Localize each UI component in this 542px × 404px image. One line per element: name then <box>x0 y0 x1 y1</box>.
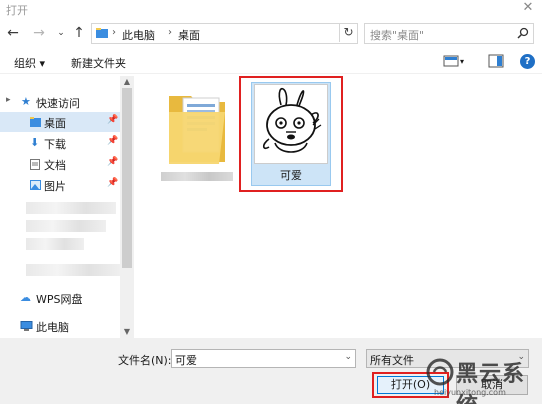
recent-dropdown-icon[interactable]: ⌄ <box>52 24 70 42</box>
command-bar: 组织 ▾ 新建文件夹 ▾ ? <box>0 50 542 74</box>
breadcrumb-separator-icon: › <box>168 27 172 38</box>
window-title: 打开 <box>6 4 28 17</box>
breadcrumb-this-pc[interactable]: 此电脑 <box>122 27 155 43</box>
sidebar-item-label: 此电脑 <box>36 321 69 334</box>
sidebar-item-label: 文档 <box>44 159 66 172</box>
obscured-item <box>26 238 84 250</box>
up-arrow-icon[interactable]: ↑ <box>70 24 88 42</box>
scroll-down-icon[interactable]: ▼ <box>120 326 134 338</box>
desktop-icon <box>30 117 41 127</box>
address-bar[interactable]: › 此电脑 › 桌面 ⌄ <box>91 23 422 44</box>
new-folder-button[interactable]: 新建文件夹 <box>71 55 126 71</box>
forward-arrow-icon[interactable]: → <box>30 24 48 42</box>
file-item-folder[interactable] <box>157 84 237 184</box>
organize-menu[interactable]: 组织 ▾ <box>14 55 45 71</box>
obscured-item <box>26 220 106 232</box>
sidebar-item-pictures[interactable]: 图片 📌 <box>0 175 120 195</box>
filename-input[interactable]: 可爱 ⌄ <box>171 349 356 368</box>
folder-icon <box>169 96 225 164</box>
picture-icon <box>30 180 41 190</box>
chevron-down-icon[interactable]: ⌄ <box>344 352 352 362</box>
pin-icon: 📌 <box>107 178 119 188</box>
back-arrow-icon[interactable]: ← <box>4 24 22 42</box>
desktop-folder-icon <box>96 28 108 38</box>
title-bar: 打开 ✕ <box>0 0 542 18</box>
search-icon[interactable] <box>517 27 529 39</box>
pin-icon: 📌 <box>107 136 119 146</box>
sidebar-item-desktop[interactable]: 桌面 📌 <box>0 112 120 132</box>
sidebar-item-label: 桌面 <box>44 117 66 130</box>
filetype-value: 所有文件 <box>370 354 414 367</box>
scrollbar-thumb[interactable] <box>122 88 132 268</box>
chevron-down-icon[interactable]: ⌄ <box>517 352 525 362</box>
pin-icon: 📌 <box>107 115 119 125</box>
document-icon <box>30 159 40 170</box>
download-icon: ⬇ <box>30 136 40 149</box>
filetype-select[interactable]: 所有文件 ⌄ <box>366 349 529 368</box>
open-button[interactable]: 打开(O) <box>377 376 444 394</box>
expand-chevron-icon[interactable]: ▸ <box>6 95 11 105</box>
computer-icon <box>20 321 33 331</box>
help-icon[interactable]: ? <box>520 54 535 69</box>
file-item-selected[interactable]: 可爱 <box>239 76 343 192</box>
sidebar-item-this-pc[interactable]: 此电脑 <box>0 316 120 336</box>
close-icon[interactable]: ✕ <box>520 0 536 16</box>
breadcrumb-desktop[interactable]: 桌面 <box>178 27 200 43</box>
bottom-panel: 文件名(N): 可爱 ⌄ 所有文件 ⌄ 打开(O) 取消 <box>0 338 542 404</box>
sidebar-item-label: WPS网盘 <box>36 293 83 306</box>
sidebar-scrollbar[interactable]: ▲ ▼ <box>120 76 134 338</box>
obscured-item <box>26 264 120 276</box>
breadcrumb-separator-icon: › <box>112 27 116 38</box>
sidebar-item-label: 下载 <box>44 138 66 151</box>
search-input[interactable]: 搜索"桌面" <box>364 23 534 44</box>
filename-value: 可爱 <box>175 354 197 367</box>
sidebar-item-label: 快速访问 <box>36 97 80 110</box>
file-name-obscured <box>161 172 233 181</box>
cancel-button[interactable]: 取消 <box>456 375 528 395</box>
preview-pane-icon[interactable] <box>488 54 504 68</box>
sidebar-item-wps[interactable]: ☁ WPS网盘 <box>0 288 120 308</box>
sidebar-item-label: 图片 <box>44 180 66 193</box>
sidebar-item-downloads[interactable]: ⬇ 下载 📌 <box>0 133 120 153</box>
image-thumbnail <box>254 84 328 164</box>
sidebar-item-quick-access[interactable]: ▸ ★ 快速访问 <box>0 92 120 112</box>
refresh-icon[interactable]: ↻ <box>339 23 357 42</box>
cloud-icon: ☁ <box>20 291 31 304</box>
star-icon: ★ <box>21 95 31 108</box>
search-placeholder: 搜索"桌面" <box>370 29 425 42</box>
sidebar-item-documents[interactable]: 文档 📌 <box>0 154 120 174</box>
scroll-up-icon[interactable]: ▲ <box>120 76 134 88</box>
open-button-highlight: 打开(O) <box>372 372 449 398</box>
navigation-bar: ← → ⌄ ↑ › 此电脑 › 桌面 ⌄ ↻ 搜索"桌面" <box>0 22 542 46</box>
obscured-item <box>26 202 116 214</box>
change-view-icon[interactable] <box>443 54 459 68</box>
view-dropdown-icon[interactable]: ▾ <box>460 57 464 66</box>
filename-label: 文件名(N): <box>118 354 172 367</box>
pin-icon: 📌 <box>107 157 119 167</box>
navigation-pane: ▸ ★ 快速访问 桌面 📌 ⬇ 下载 📌 文档 📌 图片 📌 ☁ WPS网盘 此… <box>0 76 134 338</box>
file-name: 可爱 <box>280 169 302 182</box>
bunny-sticker-image <box>262 87 322 153</box>
